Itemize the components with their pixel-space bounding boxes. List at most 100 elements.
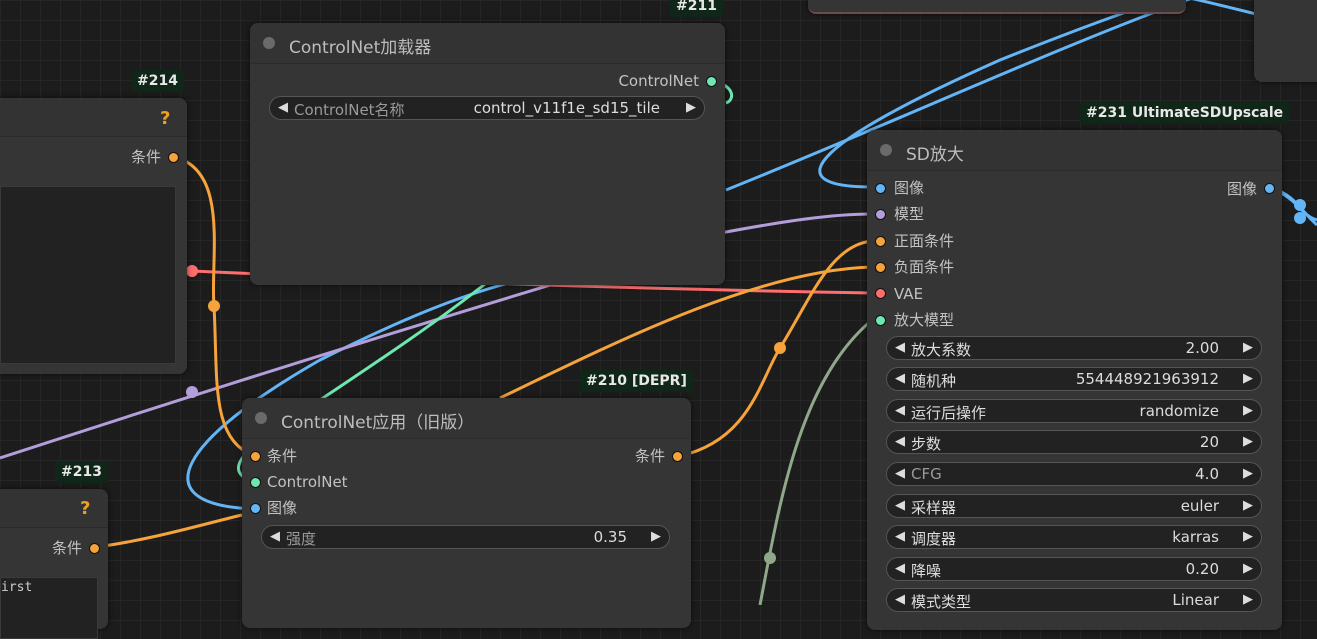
link-upscale-model[interactable] xyxy=(758,318,873,605)
input-negative-dot[interactable] xyxy=(875,262,886,273)
node-214[interactable]: ? 条件 xyxy=(0,98,187,374)
reroute-dot[interactable] xyxy=(186,386,198,398)
input-positive-dot[interactable] xyxy=(875,236,886,247)
help-icon[interactable]: ? xyxy=(160,108,170,129)
arrow-right-icon[interactable]: ▶ xyxy=(1241,434,1255,449)
widget-label: CFG xyxy=(911,465,942,483)
node-title: ControlNet加载器 xyxy=(289,38,432,58)
node-231-sd-upscale[interactable]: SD放大 图像 模型 正面条件 负面条件 VAE 放大模型 图像 ◀ 放大系数 … xyxy=(867,130,1282,630)
seed-input[interactable]: ◀ 随机种 554448921963912 ▶ xyxy=(886,367,1262,391)
input-upscale-model-dot[interactable] xyxy=(875,315,886,326)
strength-slider[interactable]: ◀ 强度 0.35 ▶ xyxy=(261,525,670,549)
node-title: SD放大 xyxy=(906,145,964,165)
widget-value: 0.35 xyxy=(593,528,627,546)
link-image-top-3[interactable] xyxy=(1190,0,1261,17)
denoise-slider[interactable]: ◀ 降噪 0.20 ▶ xyxy=(886,557,1262,581)
node-header[interactable]: ControlNet应用（旧版） xyxy=(242,398,691,439)
output-controlnet-label: ControlNet xyxy=(618,72,699,90)
scheduler-combo[interactable]: ◀ 调度器 karras ▶ xyxy=(886,525,1262,549)
node-badge: #211 xyxy=(670,0,723,17)
widget-label: 降噪 xyxy=(911,562,942,580)
arrow-left-icon[interactable]: ◀ xyxy=(893,434,907,449)
arrow-left-icon[interactable]: ◀ xyxy=(893,340,907,355)
reroute-dot[interactable] xyxy=(774,342,786,354)
help-icon[interactable]: ? xyxy=(80,498,90,519)
input-positive-label: 正面条件 xyxy=(894,232,955,250)
text-preview-area[interactable]: irst xyxy=(0,577,98,639)
partial-node-top[interactable] xyxy=(808,0,1186,14)
arrow-left-icon[interactable]: ◀ xyxy=(893,466,907,481)
link-cond-213[interactable] xyxy=(95,513,243,549)
arrow-right-icon[interactable]: ▶ xyxy=(1241,561,1255,576)
reroute-dot[interactable] xyxy=(186,265,198,277)
text-preview-area[interactable] xyxy=(0,186,176,364)
input-vae-dot[interactable] xyxy=(875,288,886,299)
arrow-right-icon[interactable]: ▶ xyxy=(1241,371,1255,386)
output-image-dot[interactable] xyxy=(1264,183,1275,194)
node-header[interactable]: SD放大 xyxy=(867,130,1282,171)
input-controlnet-label: ControlNet xyxy=(267,473,348,491)
arrow-right-icon[interactable]: ▶ xyxy=(1241,340,1255,355)
controlnet-name-combo[interactable]: ◀ ControlNet名称 control_v11f1e_sd15_tile … xyxy=(269,96,705,120)
input-model-label: 模型 xyxy=(894,205,925,223)
node-210-controlnet-apply[interactable]: ControlNet应用（旧版） 条件 ControlNet 图像 条件 ◀ 强… xyxy=(242,398,691,628)
input-model-dot[interactable] xyxy=(875,209,886,220)
upscale-by-slider[interactable]: ◀ 放大系数 2.00 ▶ xyxy=(886,336,1262,360)
steps-input[interactable]: ◀ 步数 20 ▶ xyxy=(886,430,1262,454)
arrow-right-icon[interactable]: ▶ xyxy=(1241,466,1255,481)
arrow-left-icon[interactable]: ◀ xyxy=(893,403,907,418)
control-after-generate-combo[interactable]: ◀ 运行后操作 randomize ▶ xyxy=(886,399,1262,423)
output-conditioning-label: 条件 xyxy=(130,148,161,166)
widget-value: Linear xyxy=(1172,591,1219,609)
arrow-left-icon[interactable]: ◀ xyxy=(276,100,290,115)
arrow-right-icon[interactable]: ▶ xyxy=(649,529,663,544)
cfg-input[interactable]: ◀ CFG 4.0 ▶ xyxy=(886,462,1262,486)
node-213[interactable]: ? 条件 irst xyxy=(0,489,108,639)
widget-value: 0.20 xyxy=(1185,560,1219,578)
output-controlnet-dot[interactable] xyxy=(706,76,717,87)
partial-node-top-right[interactable] xyxy=(1254,0,1317,82)
output-conditioning-dot[interactable] xyxy=(672,451,683,462)
widget-label: 步数 xyxy=(911,435,942,453)
output-image-label: 图像 xyxy=(1226,180,1257,198)
arrow-left-icon[interactable]: ◀ xyxy=(893,529,907,544)
arrow-right-icon[interactable]: ▶ xyxy=(1241,498,1255,513)
widget-value: 2.00 xyxy=(1185,339,1219,357)
node-header[interactable] xyxy=(0,489,108,528)
reroute-dot[interactable] xyxy=(208,300,220,312)
input-conditioning-dot[interactable] xyxy=(250,451,261,462)
widget-value: 554448921963912 xyxy=(1075,370,1219,388)
widget-label: ControlNet名称 xyxy=(294,101,405,119)
node-211-controlnet-loader[interactable]: ControlNet加载器 ControlNet ◀ ControlNet名称 … xyxy=(250,23,725,285)
widget-value: control_v11f1e_sd15_tile xyxy=(473,99,660,117)
collapse-dot[interactable] xyxy=(255,412,267,424)
node-header[interactable]: ControlNet加载器 xyxy=(250,23,725,64)
arrow-left-icon[interactable]: ◀ xyxy=(893,371,907,386)
reroute-dot[interactable] xyxy=(1294,212,1306,224)
widget-label: 放大系数 xyxy=(911,341,972,359)
widget-label: 随机种 xyxy=(911,372,957,390)
node-title: ControlNet应用（旧版） xyxy=(281,413,475,433)
reroute-dot[interactable] xyxy=(1294,199,1306,211)
input-image-dot[interactable] xyxy=(250,503,261,514)
arrow-left-icon[interactable]: ◀ xyxy=(268,529,282,544)
widget-label: 调度器 xyxy=(911,530,957,548)
output-conditioning-dot[interactable] xyxy=(168,152,179,163)
output-conditioning-dot[interactable] xyxy=(89,543,100,554)
collapse-dot[interactable] xyxy=(263,37,275,49)
input-image-dot[interactable] xyxy=(875,183,886,194)
node-badge: #210 [DEPR] xyxy=(580,370,693,392)
arrow-right-icon[interactable]: ▶ xyxy=(684,100,698,115)
sampler-combo[interactable]: ◀ 采样器 euler ▶ xyxy=(886,494,1262,518)
collapse-dot[interactable] xyxy=(880,144,892,156)
arrow-right-icon[interactable]: ▶ xyxy=(1241,403,1255,418)
arrow-left-icon[interactable]: ◀ xyxy=(893,561,907,576)
node-header[interactable] xyxy=(0,98,187,137)
widget-value: 4.0 xyxy=(1195,465,1219,483)
widget-value: 20 xyxy=(1199,433,1219,451)
input-controlnet-dot[interactable] xyxy=(250,477,261,488)
mode-type-combo[interactable]: ◀ 模式类型 Linear ▶ xyxy=(886,588,1262,612)
reroute-dot[interactable] xyxy=(764,552,776,564)
arrow-right-icon[interactable]: ▶ xyxy=(1241,529,1255,544)
arrow-left-icon[interactable]: ◀ xyxy=(893,498,907,513)
